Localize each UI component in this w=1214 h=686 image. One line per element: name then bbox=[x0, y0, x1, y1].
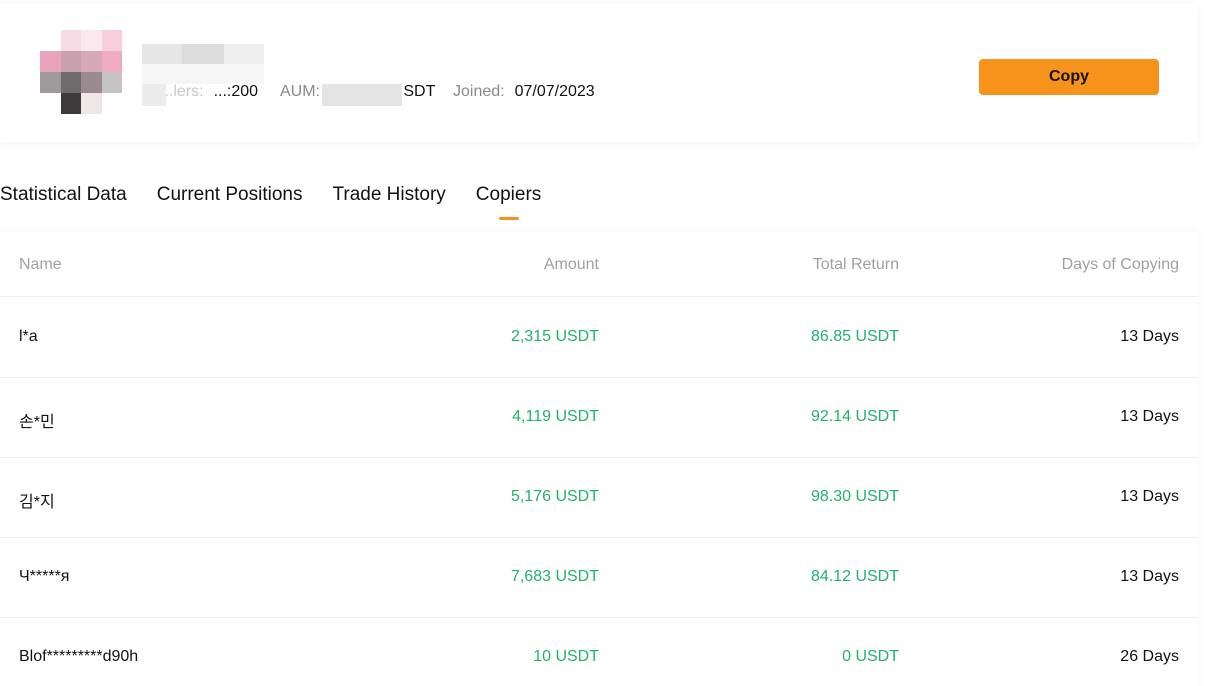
copier-amount: 2,315 USDT bbox=[510, 328, 599, 345]
copier-total-return: 86.85 USDT bbox=[810, 328, 899, 345]
copier-days: 13 Days bbox=[1120, 408, 1179, 425]
copier-name: 김*지 bbox=[19, 494, 55, 511]
tab-label: Copiers bbox=[475, 184, 542, 205]
tab-trade-history[interactable]: Trade History bbox=[332, 184, 445, 216]
copier-days: 26 Days bbox=[1120, 648, 1179, 665]
copier-name: Blof*********d90h bbox=[19, 648, 139, 665]
active-tab-indicator bbox=[498, 217, 519, 220]
copy-trader-page: ...lers: ...:200 AUM: ...SDT Joined: 07/… bbox=[0, 0, 1214, 686]
copier-name: l*a bbox=[19, 328, 38, 345]
tab-current-positions[interactable]: Current Positions bbox=[157, 184, 303, 216]
joined-date: 07/07/2023 bbox=[514, 83, 595, 100]
column-header-total-return: Total Return bbox=[812, 256, 899, 273]
tab-label: Trade History bbox=[332, 184, 446, 205]
avatar bbox=[40, 30, 122, 114]
copier-name: 손*민 bbox=[19, 414, 55, 431]
trader-profile-card: ...lers: ...:200 AUM: ...SDT Joined: 07/… bbox=[0, 4, 1198, 142]
tab-label: Current Positions bbox=[156, 184, 303, 205]
copiers-table: Name Amount Total Return Days of Copying… bbox=[0, 232, 1198, 686]
copier-total-return: 92.14 USDT bbox=[810, 408, 899, 425]
table-row: l*a 2,315 USDT 86.85 USDT 13 Days bbox=[0, 298, 1198, 378]
table-row: Ч*****я 7,683 USDT 84.12 USDT 13 Days bbox=[0, 538, 1198, 618]
copier-days: 13 Days bbox=[1120, 328, 1179, 345]
copier-days: 13 Days bbox=[1120, 568, 1179, 585]
table-row: 김*지 5,176 USDT 98.30 USDT 13 Days bbox=[0, 458, 1198, 538]
table-header: Name Amount Total Return Days of Copying bbox=[0, 232, 1198, 297]
followers-label: ...lers: bbox=[160, 83, 204, 100]
followers-redacted bbox=[142, 84, 166, 106]
table-row: 손*민 4,119 USDT 92.14 USDT 13 Days bbox=[0, 378, 1198, 458]
copier-total-return: 0 USDT bbox=[842, 648, 899, 665]
column-header-amount: Amount bbox=[543, 256, 599, 273]
trader-tabs: Statistical Data Current Positions Trade… bbox=[0, 184, 542, 220]
aum-redacted bbox=[322, 84, 402, 106]
column-header-name: Name bbox=[19, 256, 62, 273]
trader-name-redacted bbox=[142, 44, 182, 64]
copier-name: Ч*****я bbox=[19, 568, 70, 585]
copier-amount: 7,683 USDT bbox=[510, 568, 599, 585]
trader-name-redacted bbox=[142, 64, 264, 84]
copier-amount: 4,119 USDT bbox=[512, 408, 599, 425]
copier-amount: 10 USDT bbox=[533, 648, 599, 665]
followers-value: ...:200 bbox=[213, 83, 259, 100]
trader-name-redacted bbox=[182, 44, 224, 64]
joined-label: Joined: bbox=[453, 83, 505, 100]
column-header-days-of-copying: Days of Copying bbox=[1061, 256, 1179, 273]
tab-label: Statistical Data bbox=[0, 184, 127, 205]
tab-statistical-data[interactable]: Statistical Data bbox=[0, 184, 127, 216]
aum-label: AUM: bbox=[280, 83, 320, 100]
followers-stat: ...lers: ...:200 bbox=[160, 83, 258, 101]
joined-stat: Joined: 07/07/2023 bbox=[453, 83, 595, 101]
copier-days: 13 Days bbox=[1120, 488, 1179, 505]
tab-copiers[interactable]: Copiers bbox=[475, 184, 542, 220]
table-row: Blof*********d90h 10 USDT 0 USDT 26 Days bbox=[0, 618, 1198, 686]
copier-total-return: 98.30 USDT bbox=[810, 488, 899, 505]
copy-button[interactable]: Copy bbox=[979, 59, 1159, 95]
copier-amount: 5,176 USDT bbox=[510, 488, 599, 505]
trader-name-redacted bbox=[224, 44, 264, 64]
copier-total-return: 84.12 USDT bbox=[810, 568, 899, 585]
